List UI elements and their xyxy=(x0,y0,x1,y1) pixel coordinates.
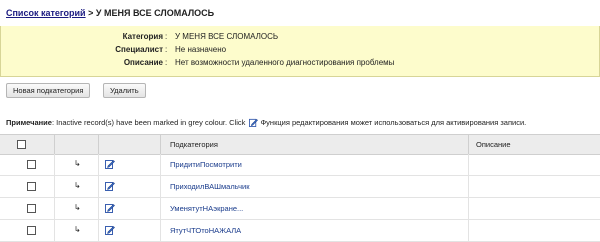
table-row: ↳ УменятутНАэкране... xyxy=(0,198,600,220)
column-divider xyxy=(98,154,99,242)
description-label: Описание xyxy=(123,58,163,67)
table-row: ↳ ЯтутЧТОтоНАЖАЛА xyxy=(0,220,600,242)
breadcrumb: Список категорий > У МЕНЯ ВСЕ СЛОМАЛОСЬ xyxy=(6,8,214,18)
column-header-subcategory[interactable]: Подкатегория xyxy=(170,140,218,149)
edit-pencil-icon[interactable] xyxy=(105,203,115,213)
column-divider xyxy=(54,154,55,242)
breadcrumb-current: У МЕНЯ ВСЕ СЛОМАЛОСЬ xyxy=(95,8,215,18)
info-row-specialist: Специалист : Не назначено xyxy=(1,45,600,59)
subcategory-name-link[interactable]: ЯтутЧТОтоНАЖАЛА xyxy=(170,226,241,235)
category-info-panel: Категория : У МЕНЯ ВСЕ СЛОМАЛОСЬ Специал… xyxy=(0,26,600,77)
note: Примечание: Inactive record(s) have been… xyxy=(6,118,526,127)
row-checkbox[interactable] xyxy=(27,204,36,213)
subcategory-name-link[interactable]: ПриходилВАШмальчик xyxy=(170,182,249,191)
header-divider xyxy=(160,135,161,154)
new-subcategory-button[interactable]: Новая подкатегория xyxy=(6,83,91,98)
delete-button[interactable]: Удалить xyxy=(103,83,146,98)
edit-pencil-icon[interactable] xyxy=(105,181,115,191)
specialist-value: Не назначено xyxy=(175,45,227,54)
category-value: У МЕНЯ ВСЕ СЛОМАЛОСЬ xyxy=(175,32,279,41)
edit-pencil-icon[interactable] xyxy=(105,225,115,235)
info-row-description: Описание : Нет возможности удаленного ди… xyxy=(1,58,600,72)
note-label: Примечание xyxy=(6,118,52,127)
info-row-category: Категория : У МЕНЯ ВСЕ СЛОМАЛОСЬ xyxy=(1,32,600,46)
table-row: ↳ ПридитиПосмотрити xyxy=(0,154,600,176)
edit-pencil-icon xyxy=(249,118,259,127)
subcategory-arrow-icon: ↳ xyxy=(74,225,81,234)
specialist-colon: : xyxy=(165,45,168,54)
subcategory-name-link[interactable]: УменятутНАэкране... xyxy=(170,204,243,213)
category-label: Категория xyxy=(122,32,163,41)
row-checkbox[interactable] xyxy=(27,226,36,235)
header-divider xyxy=(98,135,99,154)
column-divider xyxy=(160,154,161,242)
note-text-before: : Inactive record(s) have been marked in… xyxy=(51,118,246,127)
breadcrumb-category-list-link[interactable]: Список категорий xyxy=(6,8,86,18)
row-checkbox[interactable] xyxy=(27,182,36,191)
header-divider xyxy=(468,135,469,154)
header-divider xyxy=(54,135,55,154)
description-colon: : xyxy=(165,58,168,67)
table-row: ↳ ПриходилВАШмальчик xyxy=(0,176,600,198)
breadcrumb-separator: > xyxy=(88,8,94,18)
edit-pencil-icon[interactable] xyxy=(105,159,115,169)
subcategory-arrow-icon: ↳ xyxy=(74,159,81,168)
subcategory-name-link[interactable]: ПридитиПосмотрити xyxy=(170,160,242,169)
row-checkbox[interactable] xyxy=(27,160,36,169)
subcategory-arrow-icon: ↳ xyxy=(74,181,81,190)
description-value: Нет возможности удаленного диагностирова… xyxy=(175,58,395,67)
column-divider xyxy=(468,154,469,242)
category-colon: : xyxy=(165,32,168,41)
subcategory-arrow-icon: ↳ xyxy=(74,203,81,212)
table-header: Подкатегория Описание xyxy=(0,134,600,155)
title-bar: Список категорий > У МЕНЯ ВСЕ СЛОМАЛОСЬ xyxy=(0,0,600,27)
column-header-description[interactable]: Описание xyxy=(476,140,511,149)
note-text-after: Функция редактирования может использоват… xyxy=(260,118,527,127)
specialist-label: Специалист xyxy=(115,45,163,54)
select-all-checkbox[interactable] xyxy=(17,140,26,149)
